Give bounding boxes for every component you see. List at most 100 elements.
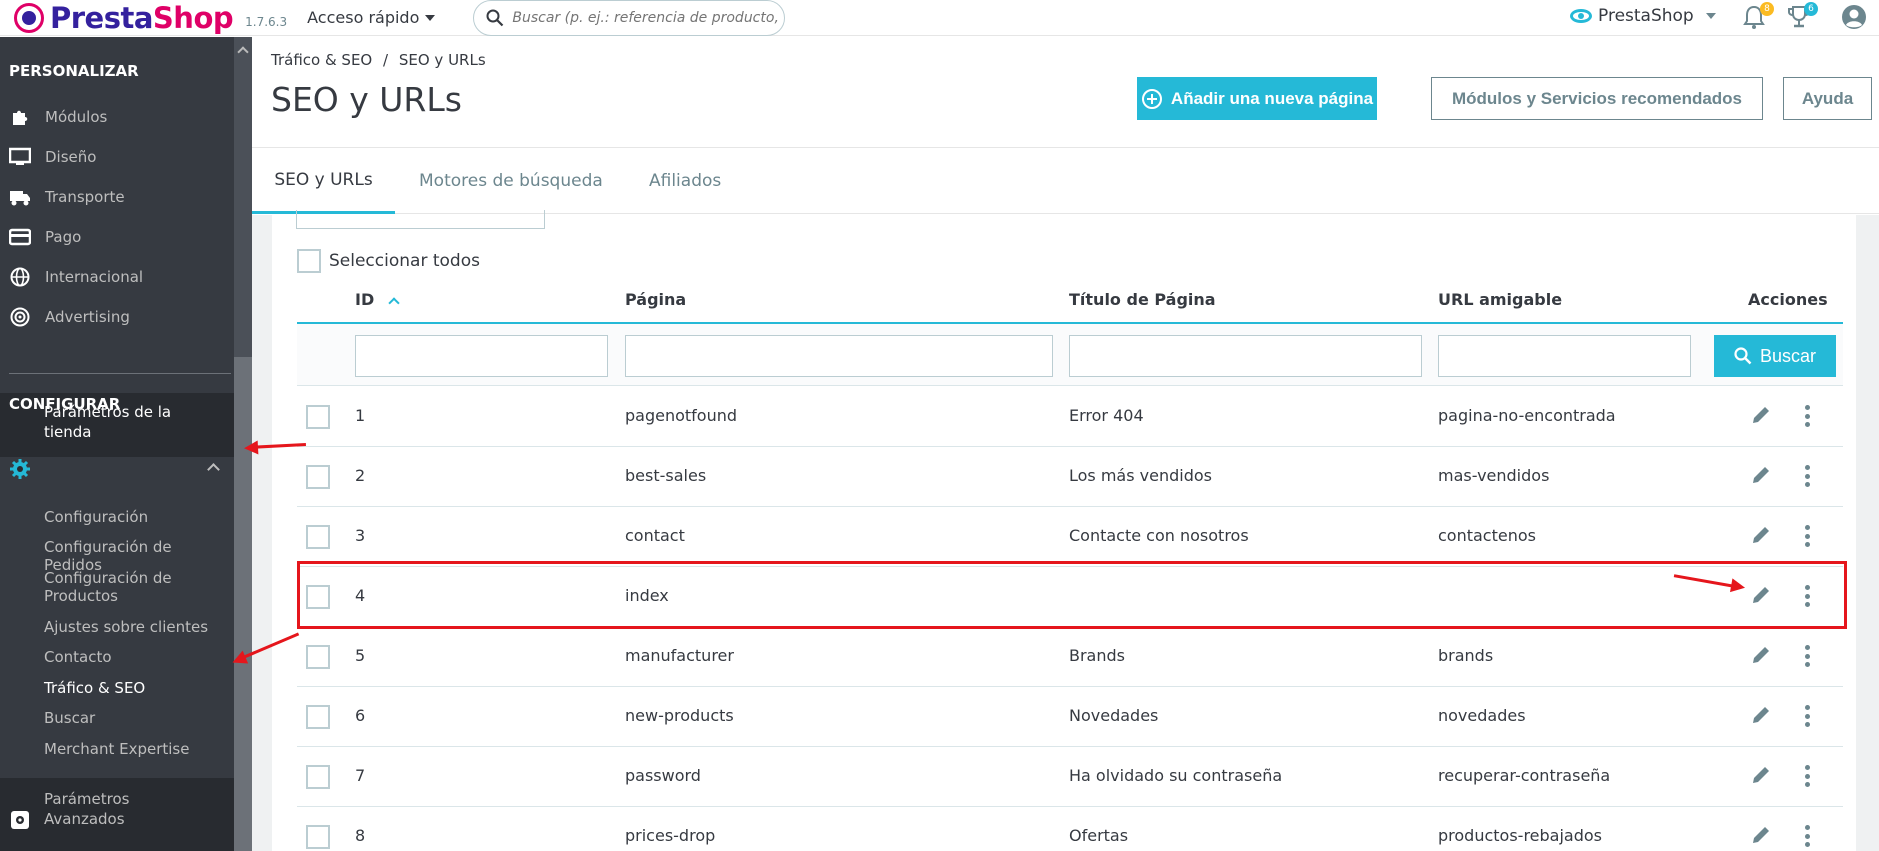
cell-id: 1	[355, 406, 366, 425]
tab-affiliates[interactable]: Afiliados	[649, 148, 721, 214]
sidebar-item-advanced-parameters[interactable]: Parámetros Avanzados	[44, 789, 154, 829]
search-input[interactable]	[512, 9, 783, 26]
logo-text: PrestaShop	[50, 0, 234, 35]
row-checkbox[interactable]	[306, 825, 330, 849]
logo-text-presta: Presta	[50, 0, 153, 35]
column-header-page-title: Título de Página	[1069, 290, 1216, 309]
cell-id: 7	[355, 766, 366, 785]
global-search[interactable]	[473, 0, 786, 36]
cell-page: manufacturer	[625, 646, 734, 665]
filter-page-input[interactable]	[625, 335, 1053, 377]
cell-id: 5	[355, 646, 366, 665]
more-actions-icon[interactable]	[1799, 823, 1815, 849]
annotation-highlight-box	[297, 561, 1847, 629]
add-page-label: Añadir una nueva página	[1170, 88, 1374, 108]
add-page-button[interactable]: Añadir una nueva página	[1137, 77, 1377, 120]
select-all[interactable]: Seleccionar todos	[297, 249, 480, 273]
sidebar-item-shop-parameters[interactable]: Parámetros de la tienda	[44, 402, 194, 442]
trophy-button[interactable]: 6	[1786, 2, 1818, 30]
breadcrumb: Tráfico & SEO / SEO y URLs	[271, 51, 486, 69]
pencil-icon[interactable]	[1749, 523, 1773, 547]
shop-name: PrestaShop	[1598, 6, 1694, 26]
partial-filter-input[interactable]	[296, 210, 545, 229]
pencil-icon[interactable]	[1749, 403, 1773, 427]
pencil-icon[interactable]	[1749, 823, 1773, 847]
sidebar-item-international[interactable]: Internacional	[9, 267, 143, 287]
pencil-icon[interactable]	[1749, 643, 1773, 667]
sidebar-item-label: Módulos	[45, 108, 108, 126]
filter-friendly-url-input[interactable]	[1438, 335, 1691, 377]
sidebar-sub-search[interactable]: Buscar	[44, 709, 234, 727]
sidebar-item-advertising[interactable]: Advertising	[9, 307, 130, 327]
table-row[interactable]: 2 best-sales Los más vendidos mas-vendid…	[297, 447, 1843, 507]
breadcrumb-parent[interactable]: Tráfico & SEO	[271, 51, 372, 69]
pencil-icon[interactable]	[1749, 703, 1773, 727]
column-header-id[interactable]: ID	[355, 290, 400, 309]
more-actions-icon[interactable]	[1799, 403, 1815, 429]
row-checkbox[interactable]	[306, 645, 330, 669]
sidebar-item-label: Advertising	[45, 308, 130, 326]
trophy-badge: 6	[1804, 2, 1818, 16]
cell-id: 2	[355, 466, 366, 485]
section-title-personalize: PERSONALIZAR	[9, 62, 139, 80]
more-actions-icon[interactable]	[1799, 463, 1815, 489]
help-button[interactable]: Ayuda	[1783, 77, 1872, 120]
sidebar-item-payment[interactable]: Pago	[9, 227, 81, 247]
table-row[interactable]: 3 contact Contacte con nosotros contacte…	[297, 507, 1843, 567]
quick-access-menu[interactable]: Acceso rápido	[307, 8, 436, 27]
prestashop-logo[interactable]: PrestaShop	[14, 0, 234, 35]
more-actions-icon[interactable]	[1799, 703, 1815, 729]
row-checkbox[interactable]	[306, 405, 330, 429]
sidebar-sub-traffic-seo[interactable]: Tráfico & SEO	[44, 679, 234, 697]
tab-search-engines[interactable]: Motores de búsqueda	[419, 148, 603, 214]
user-menu[interactable]	[1841, 4, 1867, 30]
filter-id-input[interactable]	[355, 335, 608, 377]
sidebar-item-label: Pago	[45, 228, 82, 246]
more-actions-icon[interactable]	[1799, 523, 1815, 549]
pencil-icon[interactable]	[1749, 763, 1773, 787]
row-checkbox[interactable]	[306, 765, 330, 789]
filter-page-title-input[interactable]	[1069, 335, 1422, 377]
scroll-up-icon[interactable]	[237, 46, 249, 58]
sidebar-sub-customer-settings[interactable]: Ajustes sobre clientes	[44, 618, 234, 636]
sidebar-divider	[9, 373, 231, 374]
cell-page-title: Contacte con nosotros	[1069, 526, 1249, 545]
cell-friendly-url: recuperar-contraseña	[1438, 766, 1611, 785]
column-header-id-label: ID	[355, 290, 375, 309]
recommended-modules-button[interactable]: Módulos y Servicios recomendados	[1431, 77, 1763, 120]
select-all-checkbox[interactable]	[297, 249, 321, 273]
sidebar-sub-contact[interactable]: Contacto	[44, 648, 234, 666]
sidebar-item-design[interactable]: Diseño	[9, 147, 96, 167]
tab-seo-urls[interactable]: SEO y URLs	[252, 148, 395, 214]
table-row[interactable]: 8 prices-drop Ofertas productos-rebajado…	[297, 807, 1843, 851]
cell-page: pagenotfound	[625, 406, 738, 425]
sidebar-sub-configuration[interactable]: Configuración	[44, 508, 234, 526]
notifications-button[interactable]: 8	[1742, 2, 1774, 30]
more-actions-icon[interactable]	[1799, 763, 1815, 789]
cell-friendly-url: pagina-no-encontrada	[1438, 406, 1616, 425]
view-shop-link[interactable]: PrestaShop	[1570, 6, 1716, 26]
sidebar-sub-merchant-expertise[interactable]: Merchant Expertise	[44, 740, 234, 758]
table-row[interactable]: 5 manufacturer Brands brands	[297, 627, 1843, 687]
sidebar-item-modules[interactable]: Módulos	[9, 107, 107, 127]
row-checkbox[interactable]	[306, 465, 330, 489]
scrollbar-thumb[interactable]	[234, 357, 252, 851]
table-row[interactable]: 7 password Ha olvidado su contraseña rec…	[297, 747, 1843, 807]
search-icon	[486, 9, 504, 26]
tabs-bar: SEO y URLs Motores de búsqueda Afiliados	[252, 148, 1879, 214]
row-checkbox[interactable]	[306, 705, 330, 729]
cell-friendly-url: contactenos	[1438, 526, 1536, 545]
column-header-page: Página	[625, 290, 687, 309]
table-row[interactable]: 1 pagenotfound Error 404 pagina-no-encon…	[297, 387, 1843, 447]
sidebar-sub-product-settings[interactable]: Configuración de Productos	[44, 569, 184, 605]
sort-up-icon[interactable]	[388, 297, 400, 309]
cell-id: 8	[355, 826, 366, 845]
pencil-icon[interactable]	[1749, 463, 1773, 487]
table-row[interactable]: 6 new-products Novedades novedades	[297, 687, 1843, 747]
row-checkbox[interactable]	[306, 525, 330, 549]
monitor-icon	[9, 147, 31, 167]
column-header-friendly-url: URL amigable	[1438, 290, 1563, 309]
sidebar-item-shipping[interactable]: Transporte	[9, 187, 125, 207]
search-button[interactable]: Buscar	[1714, 335, 1836, 377]
more-actions-icon[interactable]	[1799, 643, 1815, 669]
